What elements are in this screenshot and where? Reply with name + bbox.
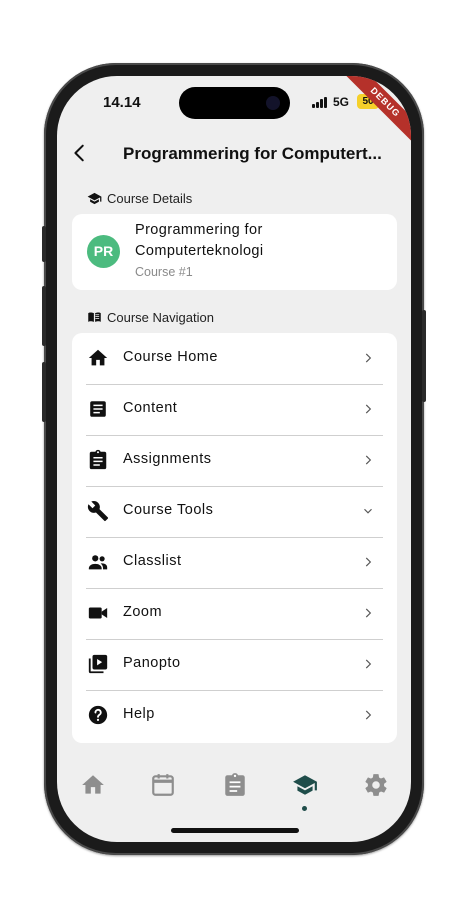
people-icon [88, 555, 108, 570]
course-name: Programmering for Computerteknologi [135, 222, 264, 259]
school-icon[interactable] [292, 772, 318, 798]
nav-item-label: Course Home [123, 349, 218, 365]
calendar-icon[interactable] [150, 772, 176, 798]
bottom-navigation [57, 766, 411, 811]
chevron-right-icon [365, 404, 372, 414]
chevron-right-icon [365, 608, 372, 618]
course-details-card[interactable]: PR Programmering for Computerteknologi C… [72, 214, 397, 290]
nav-item-classlist[interactable]: Classlist [72, 537, 397, 588]
chevron-right-icon [365, 710, 372, 720]
video-camera-icon [88, 607, 108, 619]
nav-item-panopto[interactable]: Panopto [72, 639, 397, 690]
active-tab-indicator [302, 806, 307, 811]
nav-item-label: Course Tools [123, 502, 214, 518]
nav-item-course-tools[interactable]: Course Tools [72, 486, 397, 537]
volume-up-button [42, 286, 46, 346]
nav-item-help[interactable]: Help [72, 690, 397, 741]
home-indicator[interactable] [171, 828, 299, 833]
page-title: Programmering for Computert... [123, 144, 382, 163]
action-button [42, 226, 46, 262]
dynamic-island [179, 87, 290, 119]
nav-item-label: Zoom [123, 604, 163, 620]
power-button [422, 310, 426, 402]
course-navigation-label: Course Navigation [107, 310, 214, 325]
nav-item-label: Panopto [123, 655, 181, 671]
course-number: Course #1 [135, 265, 193, 279]
home-icon [88, 349, 108, 366]
nav-item-label: Assignments [123, 451, 212, 467]
status-time: 14.14 [103, 94, 141, 111]
settings-icon[interactable] [363, 772, 389, 798]
nav-item-label: Classlist [123, 553, 182, 569]
nav-item-label: Help [123, 706, 155, 722]
nav-item-assignments[interactable]: Assignments [72, 435, 397, 486]
document-icon [90, 401, 106, 417]
chevron-right-icon [365, 659, 372, 669]
video-library-icon [88, 654, 108, 674]
app-screen: 14.14 5G 50 DEBUG Programmering for Comp… [57, 76, 411, 842]
course-navigation-heading: Course Navigation [87, 310, 214, 325]
home-icon[interactable] [80, 772, 106, 798]
avatar: PR [87, 235, 120, 268]
clipboard-icon [89, 449, 107, 470]
chevron-right-icon [365, 455, 372, 465]
help-circle-icon [88, 705, 108, 725]
course-navigation-card: Course Home Content Assignments Course T… [72, 333, 397, 743]
volume-down-button [42, 362, 46, 422]
chevron-down-icon [364, 508, 372, 514]
book-icon [88, 312, 101, 322]
camera-icon [266, 96, 280, 110]
nav-item-zoom[interactable]: Zoom [72, 588, 397, 639]
course-details-heading: Course Details [87, 191, 192, 206]
network-type: 5G [333, 95, 350, 109]
back-arrow-icon[interactable] [69, 142, 91, 164]
nav-item-course-home[interactable]: Course Home [72, 333, 397, 384]
nav-item-content[interactable]: Content [72, 384, 397, 435]
wrench-icon [87, 501, 109, 522]
nav-item-label: Content [123, 400, 178, 416]
assignment-icon[interactable] [222, 772, 248, 798]
course-details-label: Course Details [107, 191, 193, 206]
chevron-right-icon [365, 557, 372, 567]
chevron-right-icon [365, 353, 372, 363]
school-icon [87, 192, 102, 205]
signal-icon [312, 97, 328, 108]
